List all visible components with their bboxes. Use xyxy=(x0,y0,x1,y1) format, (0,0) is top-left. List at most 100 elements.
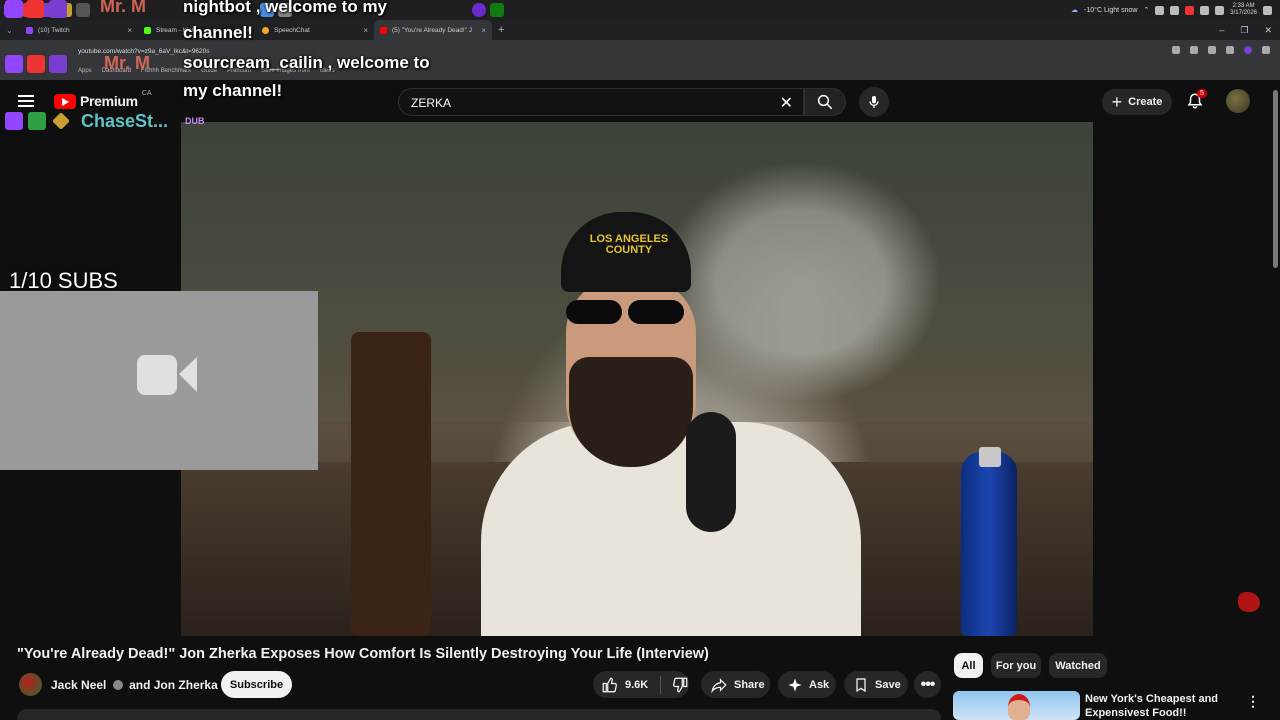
new-tab-icon[interactable]: + xyxy=(498,24,504,36)
ask-button[interactable]: Ask xyxy=(778,671,836,698)
weather-text[interactable]: -10°C Light snow xyxy=(1084,7,1137,14)
channel-name-collab[interactable]: and Jon Zherka xyxy=(129,678,218,692)
maximize-icon[interactable]: ❐ xyxy=(1240,25,1248,36)
app-icon[interactable] xyxy=(76,3,90,17)
youtube-play-icon xyxy=(54,93,76,109)
video-title: "You're Already Dead!" Jon Zherka Expose… xyxy=(17,646,709,662)
plus-icon: + xyxy=(1111,92,1123,112)
save-button[interactable]: Save xyxy=(844,671,908,698)
system-tray: ☁ -10°C Light snow ⌃ 2:33 AM 3/17/2026 xyxy=(1071,0,1280,20)
chat-message: sourcream_cailin , welcome to xyxy=(183,53,430,72)
tray-icon[interactable] xyxy=(1155,5,1165,15)
search-button[interactable] xyxy=(804,88,846,116)
like-count[interactable]: 9.6K xyxy=(625,679,648,691)
wifi-icon[interactable] xyxy=(1200,5,1210,15)
check-badge-icon xyxy=(28,112,46,130)
twitch-favicon-icon xyxy=(26,26,33,34)
twitch-badge-icon xyxy=(5,55,23,73)
chevron-up-icon[interactable]: ⌃ xyxy=(1143,6,1149,14)
tray-icon[interactable] xyxy=(1185,5,1195,15)
clock-date: 3/17/2026 xyxy=(1230,10,1257,16)
subscribe-button[interactable]: Subscribe xyxy=(221,671,292,698)
more-vertical-icon[interactable]: ⋮ xyxy=(1246,693,1260,710)
chat-message: my channel! xyxy=(183,81,283,100)
chip-all[interactable]: All xyxy=(954,653,983,678)
bookmark-star-icon[interactable] xyxy=(1208,46,1216,54)
chat-message: channel! xyxy=(183,23,253,42)
url-bar-icons xyxy=(1172,46,1270,54)
tab-search-icon[interactable]: ⌄ xyxy=(6,26,20,35)
create-button[interactable]: + Create xyxy=(1102,89,1172,115)
star-badge-icon xyxy=(49,0,67,18)
volume-icon[interactable] xyxy=(1215,5,1225,15)
browser-tab[interactable]: (10) Twitch × xyxy=(20,20,138,40)
emote-icon xyxy=(1238,592,1260,612)
video-camera-icon xyxy=(137,355,197,395)
record-badge-icon xyxy=(26,0,44,18)
close-icon[interactable]: × xyxy=(363,26,368,35)
channel-names[interactable]: Jack Neel and Jon Zherka xyxy=(51,678,218,692)
close-icon[interactable]: × xyxy=(127,26,132,35)
chatter-name: ChaseSt... xyxy=(81,111,169,131)
record-badge-icon xyxy=(27,55,45,73)
hat-lettering: LOS ANGELES COUNTY xyxy=(589,233,669,256)
channel-name[interactable]: Jack Neel xyxy=(51,678,106,692)
weather-icon: ☁ xyxy=(1071,7,1079,14)
menu-icon[interactable] xyxy=(1262,46,1270,54)
video-bottle-cap xyxy=(979,447,1001,467)
tab-label: (5) "You're Already Dead!" J xyxy=(392,26,473,34)
logo-text: Premium xyxy=(80,93,138,109)
share-button[interactable]: Share xyxy=(701,671,770,698)
tray-icon[interactable] xyxy=(1170,5,1180,15)
recommended-video-thumbnail[interactable] xyxy=(953,691,1080,720)
verified-icon xyxy=(112,680,123,690)
profile-icon[interactable] xyxy=(1244,46,1252,54)
bookmark-item[interactable]: Apps xyxy=(78,68,92,74)
tab-label: (10) Twitch xyxy=(38,26,70,34)
youtube-logo[interactable]: Premium CA xyxy=(54,89,152,109)
cast-icon[interactable] xyxy=(1190,46,1198,54)
user-avatar[interactable] xyxy=(1226,89,1250,113)
notification-icon[interactable] xyxy=(1263,5,1272,15)
clock-time: 2:33 AM xyxy=(1232,3,1255,9)
close-icon[interactable]: × xyxy=(481,26,486,35)
notification-count-badge: 5 xyxy=(1197,89,1207,98)
voice-search-button[interactable] xyxy=(859,87,889,117)
dub-badge: DUB xyxy=(185,116,205,126)
search-input[interactable]: ZERKA ✕ xyxy=(398,88,804,116)
chip-for-you[interactable]: For you xyxy=(991,653,1041,678)
extensions-icon[interactable] xyxy=(1226,46,1234,54)
description-box[interactable] xyxy=(17,709,941,720)
chip-watched[interactable]: Watched xyxy=(1049,653,1107,678)
browser-tab-active[interactable]: (5) "You're Already Dead!" J × xyxy=(374,20,492,40)
close-window-icon[interactable]: ✕ xyxy=(1264,25,1272,36)
chat-message: nightbot , welcome to my xyxy=(183,0,388,16)
twitch-badge-icon xyxy=(5,112,23,130)
search-value: ZERKA xyxy=(411,96,452,110)
recommended-video-title[interactable]: New York's Cheapest and Expensivest Food… xyxy=(1085,692,1235,720)
channel-avatar[interactable] xyxy=(19,673,42,696)
sparkle-icon xyxy=(788,677,802,692)
page-scrollbar[interactable] xyxy=(1273,90,1278,268)
youtube-favicon-icon xyxy=(380,26,387,34)
minimize-icon[interactable]: – xyxy=(1219,25,1224,35)
more-horizontal-icon: ••• xyxy=(920,675,936,693)
hamburger-menu-icon[interactable] xyxy=(18,95,34,107)
thumbs-down-icon[interactable] xyxy=(671,676,689,694)
zoom-icon[interactable] xyxy=(1172,46,1180,54)
star-badge-icon xyxy=(49,55,67,73)
app-icon[interactable] xyxy=(472,3,486,17)
create-label: Create xyxy=(1128,96,1163,108)
mr-m-label: Mr. M xyxy=(104,53,151,73)
ask-label: Ask xyxy=(809,678,830,691)
browser-tab[interactable]: SpeechChat × xyxy=(256,20,374,40)
more-actions-button[interactable]: ••• xyxy=(914,671,941,698)
share-label: Share xyxy=(734,678,765,691)
like-dislike-group: 9.6K xyxy=(593,671,689,698)
clear-search-icon[interactable]: ✕ xyxy=(780,93,793,113)
clock[interactable]: 2:33 AM 3/17/2026 xyxy=(1230,3,1257,17)
thumbs-up-icon[interactable] xyxy=(601,676,619,694)
xbox-app-icon[interactable] xyxy=(490,3,504,17)
save-label: Save xyxy=(875,678,901,691)
country-code: CA xyxy=(141,89,152,97)
